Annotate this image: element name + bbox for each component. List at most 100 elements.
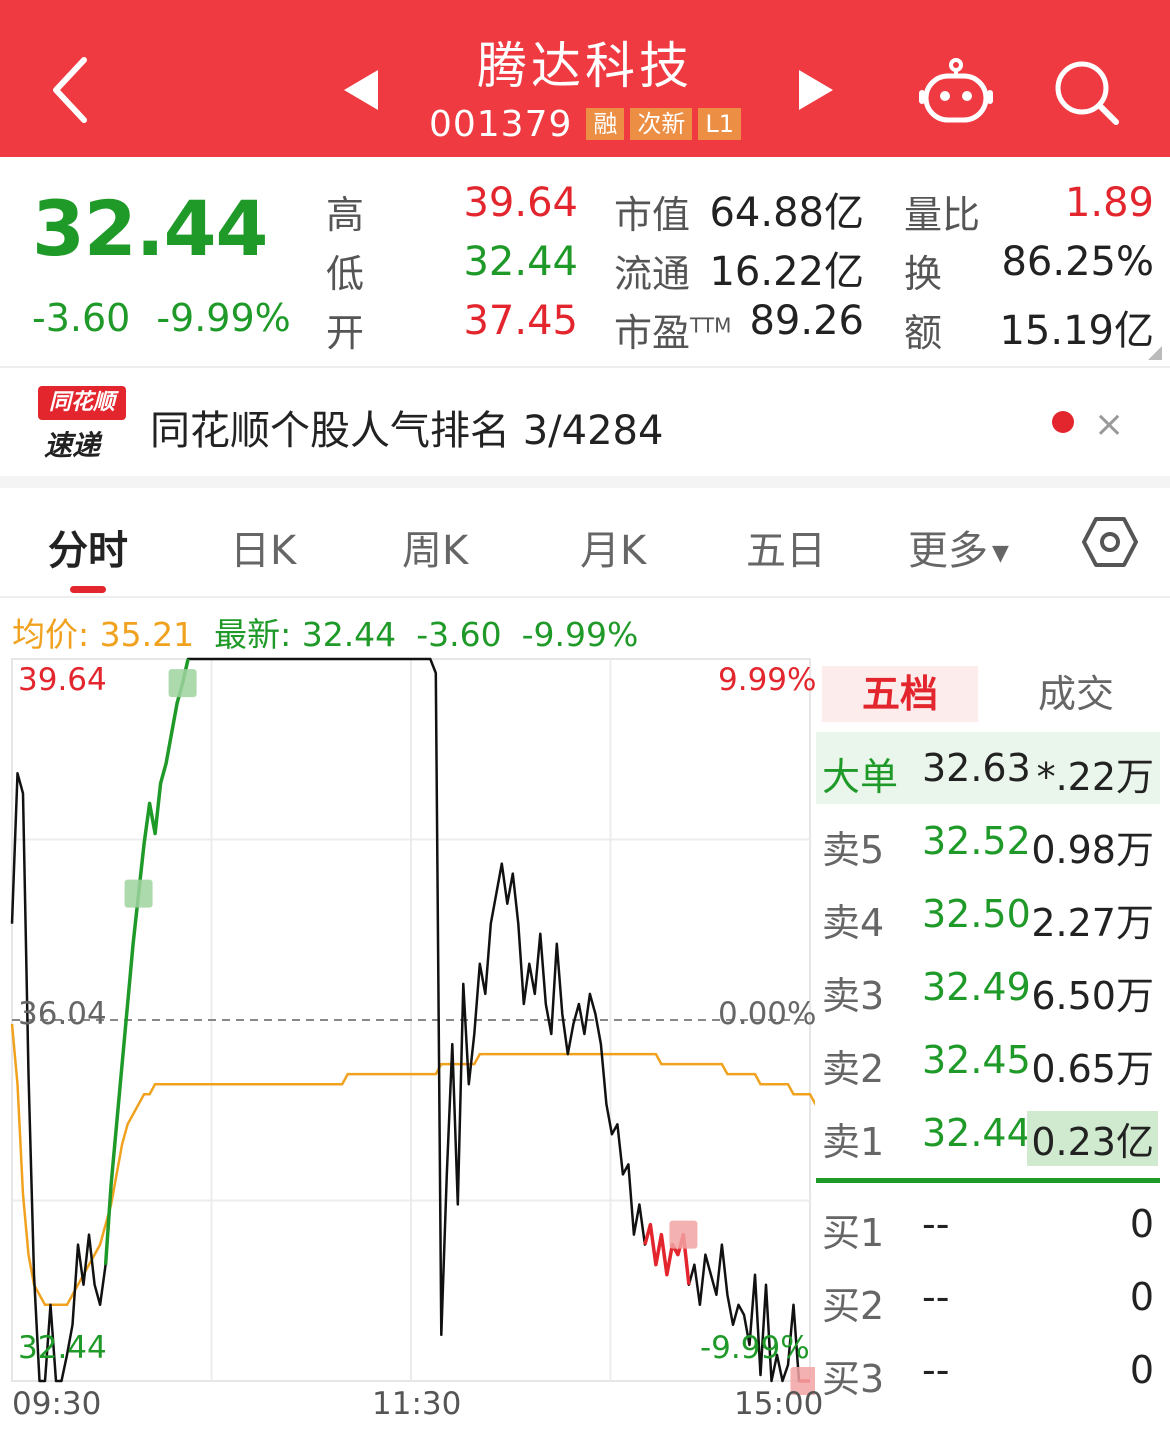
price-change: -3.60 -9.99%	[32, 296, 291, 340]
open-label: 开	[326, 311, 365, 355]
ask-row-5[interactable]: 卖5 32.52 0.98万	[822, 813, 1158, 872]
last-price: 32.44	[32, 184, 268, 273]
open-value: 37.45	[463, 298, 578, 344]
stock-code: 001379	[428, 103, 573, 145]
average-price: 均价: 35.21	[12, 615, 195, 654]
section-gap	[0, 476, 1170, 488]
news-logo: 同花顺 速递	[38, 386, 126, 462]
bid-row-3[interactable]: 买3 -- 0	[822, 1342, 1158, 1401]
ask-price: 32.44	[922, 1111, 1031, 1155]
ask-label: 卖5	[822, 828, 885, 872]
ask-volume: 6.50万	[1031, 974, 1154, 1018]
pe-label-text: 市盈	[614, 311, 691, 355]
close-news-icon[interactable]: ×	[1094, 404, 1124, 445]
divider	[0, 366, 1170, 368]
turnover-label: 换	[904, 252, 943, 296]
market-cap-value: 64.88亿	[709, 190, 864, 236]
chevron-down-icon: ▼	[992, 540, 1009, 566]
signal-marker	[669, 1220, 698, 1249]
divider	[0, 596, 1170, 598]
ask-label: 卖3	[822, 974, 885, 1018]
robot-assistant-icon[interactable]	[918, 58, 994, 124]
amount-value: 15.19亿	[999, 308, 1154, 354]
search-icon[interactable]	[1052, 58, 1120, 126]
bid-price: --	[922, 1202, 950, 1246]
tab-monthly-k[interactable]: 月K	[580, 518, 646, 576]
tag-margin: 融	[586, 108, 625, 140]
latest-change: -3.60	[416, 615, 502, 654]
expand-corner-icon[interactable]	[1148, 346, 1162, 360]
float-cap-label: 流通	[614, 252, 691, 296]
ask-volume: 0.23亿	[1027, 1111, 1158, 1166]
y-label-low: 32.44	[18, 1330, 107, 1366]
bid-volume: 0	[1129, 1202, 1154, 1246]
news-logo-bottom: 速递	[44, 429, 101, 462]
high-value: 39.64	[463, 180, 578, 226]
next-stock-icon[interactable]	[795, 68, 835, 112]
ask-label: 卖4	[822, 901, 885, 945]
ask-price: 32.50	[922, 892, 1031, 936]
y-label-high: 39.64	[18, 662, 107, 698]
news-text[interactable]: 同花顺个股人气排名 3/4284	[150, 398, 663, 456]
signal-marker	[168, 669, 197, 698]
ask-price: 32.45	[922, 1038, 1031, 1082]
ask-volume: 2.27万	[1031, 901, 1154, 945]
bid-label: 买1	[822, 1211, 885, 1255]
pct-label-high: 9.99%	[718, 662, 817, 698]
ask-price: 32.52	[922, 819, 1031, 863]
x-label-noon: 11:30	[372, 1386, 462, 1422]
rally-segment	[103, 658, 190, 1265]
ask-row-1[interactable]: 卖1 32.44 0.23亿	[822, 1105, 1158, 1166]
float-cap-value: 16.22亿	[709, 249, 864, 295]
bid-price: --	[922, 1348, 950, 1392]
market-cap-label: 市值	[614, 193, 691, 237]
ask-label: 卖2	[822, 1047, 885, 1091]
bid-label: 买3	[822, 1357, 885, 1401]
ask-row-3[interactable]: 卖3 32.49 6.50万	[822, 959, 1158, 1018]
bid-volume: 0	[1129, 1275, 1154, 1319]
pe-value: 89.26	[749, 298, 864, 344]
tab-intraday[interactable]: 分时	[48, 518, 128, 576]
intraday-chart[interactable]	[0, 655, 815, 1432]
latest-price: 最新: 32.44	[214, 615, 397, 654]
pct-label-mid: 0.00%	[718, 996, 817, 1032]
bid-row-2[interactable]: 买2 -- 0	[822, 1269, 1158, 1328]
tab-daily-k[interactable]: 日K	[230, 518, 296, 576]
low-label: 低	[326, 252, 365, 296]
y-label-mid: 36.04	[18, 996, 107, 1032]
tab-trades[interactable]: 成交	[994, 666, 1158, 722]
ask-row-4[interactable]: 卖4 32.50 2.27万	[822, 886, 1158, 945]
tab-more-label: 更多	[908, 528, 988, 574]
turnover-value: 86.25%	[1001, 239, 1154, 285]
tab-five-day[interactable]: 五日	[746, 518, 826, 576]
tag-level: L1	[698, 108, 742, 140]
pe-ttm-mark: TTM	[690, 313, 732, 338]
x-label-close: 15:00	[734, 1386, 824, 1422]
settings-hexagon-icon[interactable]	[1082, 516, 1138, 568]
high-label: 高	[326, 193, 365, 237]
latest-change-pct: -9.99%	[521, 615, 639, 654]
active-tab-indicator	[70, 586, 106, 593]
bid-ask-divider	[816, 1178, 1160, 1183]
signal-marker	[124, 879, 153, 908]
back-arrow-icon[interactable]	[44, 52, 104, 128]
volume-ratio-value: 1.89	[1064, 180, 1154, 226]
tab-weekly-k[interactable]: 周K	[402, 518, 468, 576]
app-header: 腾达科技 001379 融 次新 L1	[0, 0, 1170, 157]
ask-row-2[interactable]: 卖2 32.45 0.65万	[822, 1032, 1158, 1091]
change-percent: -9.99%	[156, 296, 291, 340]
bid-price: --	[922, 1275, 950, 1319]
news-logo-top: 同花顺	[38, 386, 126, 420]
pe-label: 市盈TTM	[614, 302, 731, 357]
ask-volume: 0.98万	[1031, 828, 1154, 872]
tab-five-levels[interactable]: 五档	[822, 666, 978, 722]
previous-stock-icon[interactable]	[342, 68, 382, 112]
bid-row-1[interactable]: 买1 -- 0	[822, 1196, 1158, 1255]
ask-price: 32.49	[922, 965, 1031, 1009]
big-order-price: 32.63	[922, 746, 1031, 790]
pct-label-low: -9.99%	[700, 1330, 810, 1366]
ask-volume: 0.65万	[1031, 1047, 1154, 1091]
volume-ratio-label: 量比	[904, 193, 981, 237]
tab-more[interactable]: 更多 ▼	[908, 518, 1009, 576]
big-order-row[interactable]: 大单 32.63 *.22万	[822, 740, 1158, 799]
